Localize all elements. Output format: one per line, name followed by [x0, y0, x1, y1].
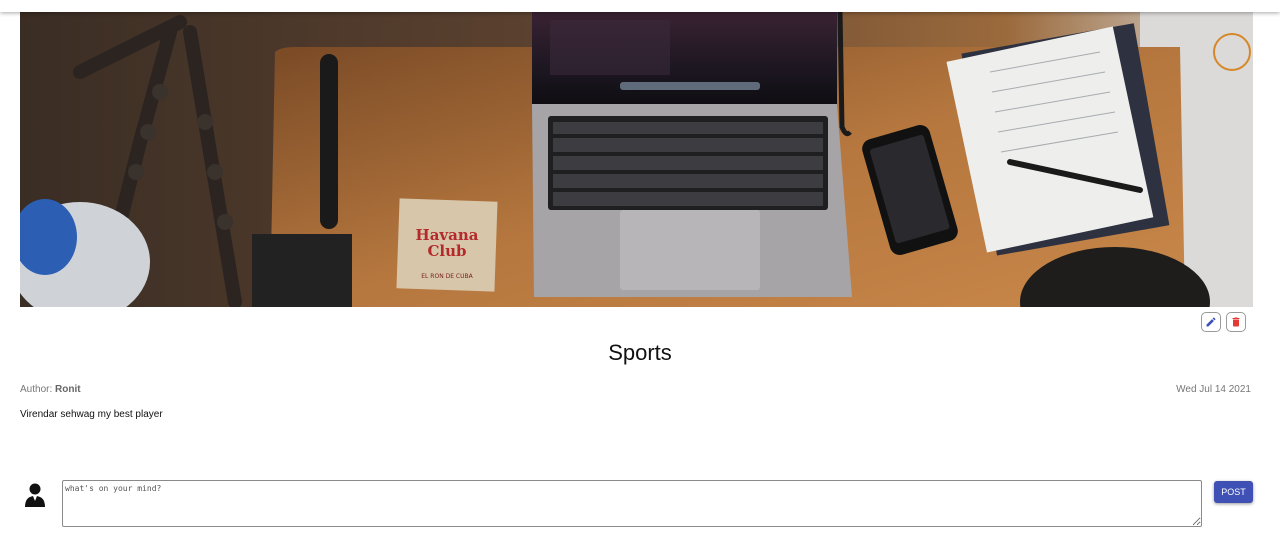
post-author: Author: Ronit — [20, 384, 81, 395]
author-label: Author: — [20, 384, 53, 395]
post-comment-button[interactable]: POST — [1214, 481, 1253, 503]
post-actions — [1201, 312, 1246, 332]
user-silhouette-icon — [25, 483, 45, 507]
delete-post-button[interactable] — [1226, 312, 1246, 332]
post-date: Wed Jul 14 2021 — [1176, 384, 1251, 395]
comment-input[interactable] — [62, 480, 1202, 527]
post-title: Sports — [608, 340, 672, 365]
author-name: Ronit — [55, 384, 81, 395]
app-header-bar — [0, 0, 1280, 12]
trash-icon — [1232, 317, 1240, 327]
edit-post-button[interactable] — [1201, 312, 1221, 332]
post-banner-image: Havana Club EL RON DE CUBA — [20, 12, 1253, 307]
pencil-icon — [1206, 317, 1216, 327]
coaster-text-club: Club — [427, 242, 466, 260]
coaster-subtext: EL RON DE CUBA — [421, 273, 473, 280]
post-body: Virendar sehwag my best player — [20, 409, 163, 420]
